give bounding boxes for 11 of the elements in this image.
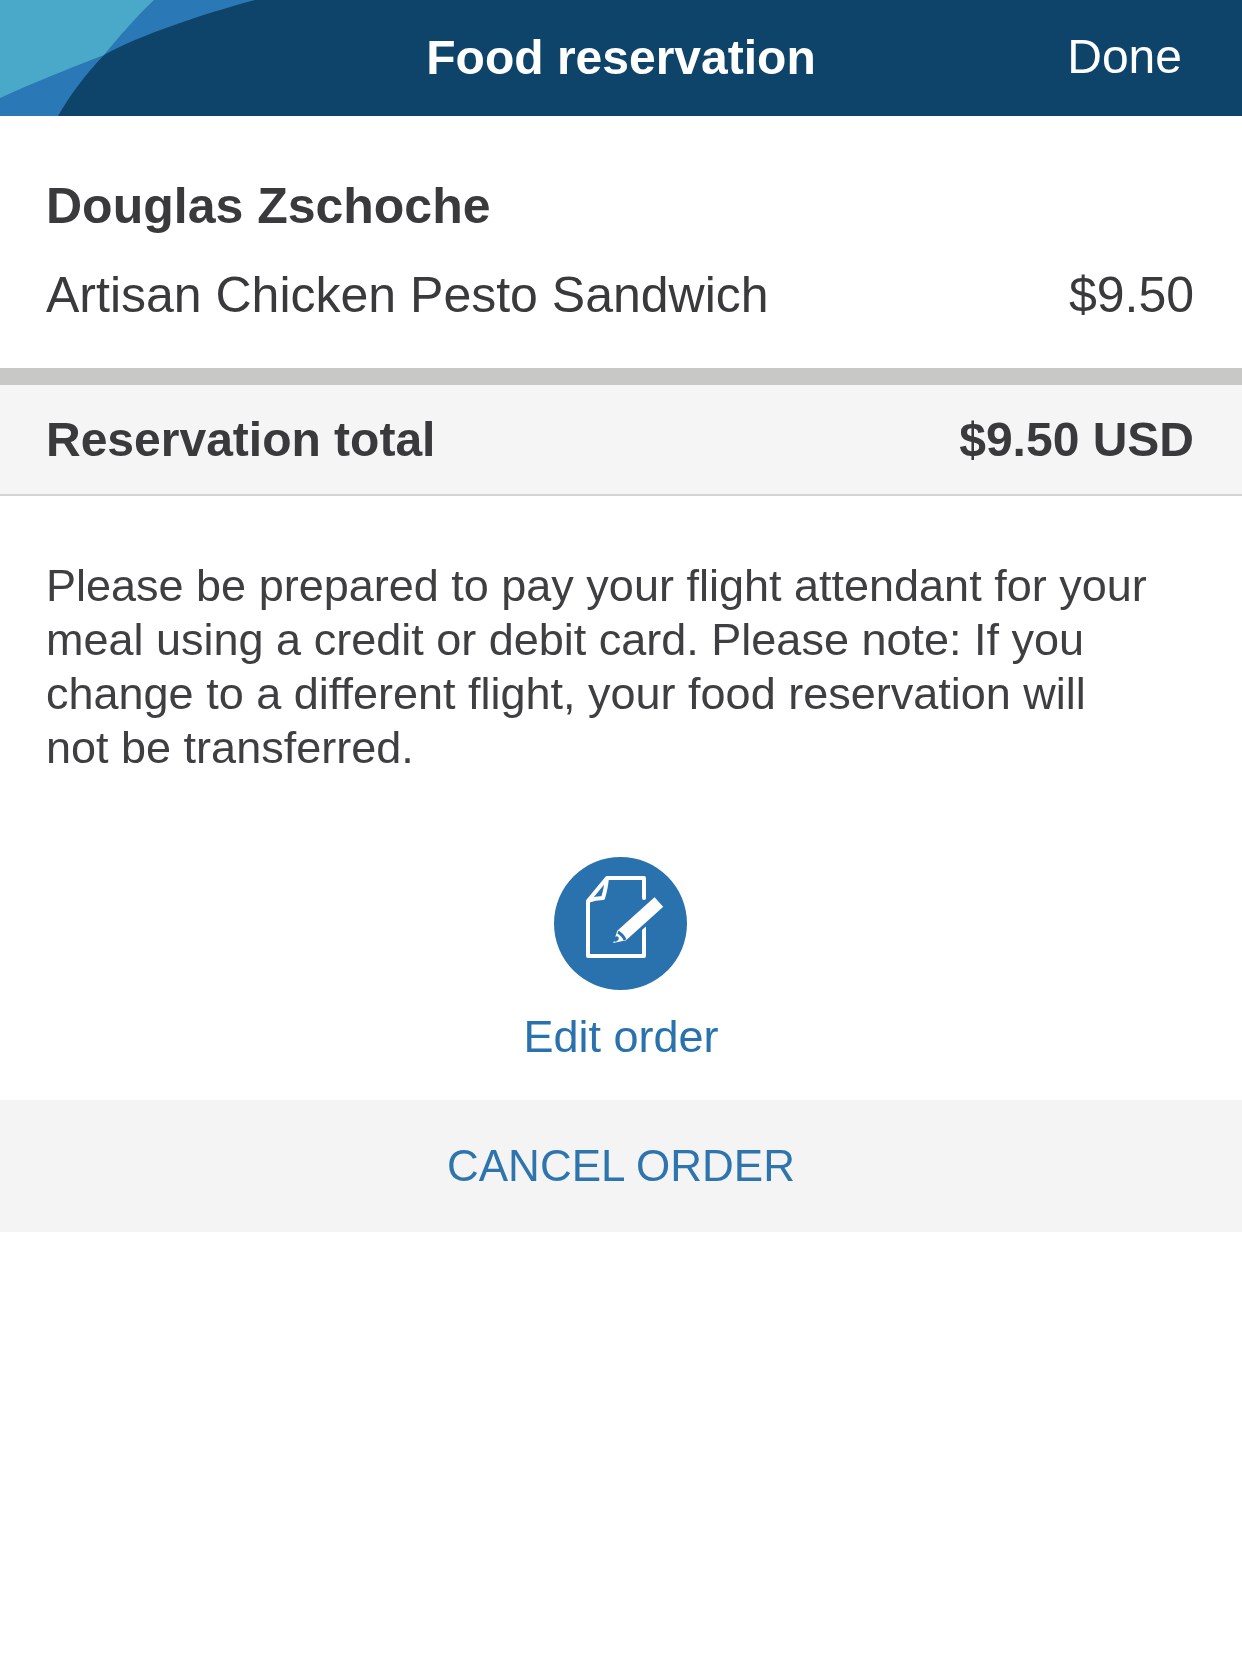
total-amount: $9.50 USD — [959, 411, 1194, 468]
item-price: $9.50 — [1068, 266, 1194, 324]
total-label: Reservation total — [46, 411, 436, 468]
edit-order-button[interactable]: Edit order — [523, 857, 719, 1063]
document-pencil-icon — [554, 857, 688, 990]
payment-notice: Please be prepared to pay your flight attendant for your meal using a credit or debit card. Please note: If you change to a different flight, your food reservation will not be transferred. — [46, 559, 1148, 775]
screen-title: Food reservation — [426, 30, 816, 86]
passenger-name: Douglas Zschoche — [46, 177, 492, 235]
cancel-order-button[interactable]: CANCEL ORDER — [0, 1100, 1242, 1232]
item-name: Artisan Chicken Pesto Sandwich — [46, 266, 769, 324]
done-button[interactable]: Done — [1067, 29, 1182, 85]
